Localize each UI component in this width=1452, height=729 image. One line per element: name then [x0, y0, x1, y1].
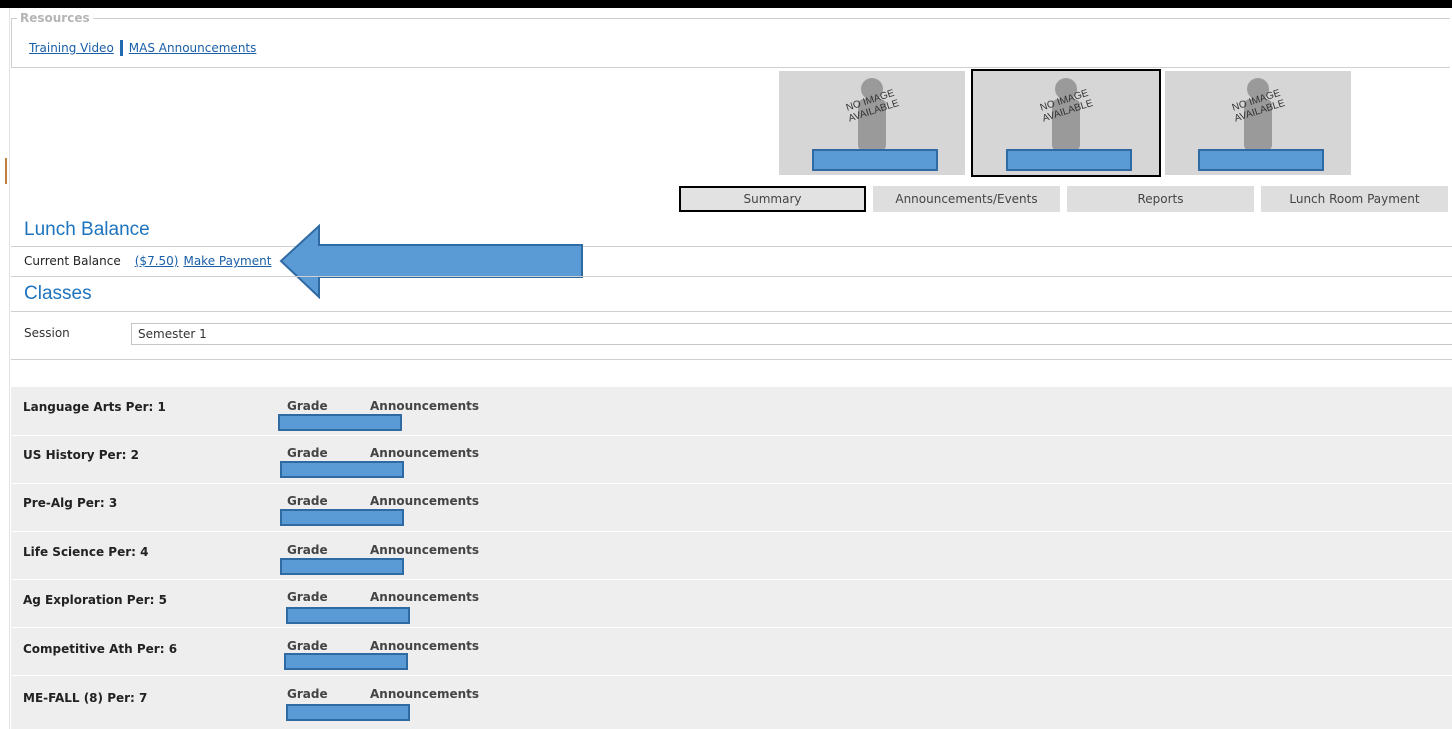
class-row: Competitive Ath Per: 6 Grade Announcemen… [11, 627, 1452, 676]
left-accent [5, 158, 7, 184]
grade-redacted [278, 414, 402, 431]
grade-redacted [286, 704, 410, 721]
tab-lunch-room-payment[interactable]: Lunch Room Payment [1261, 186, 1448, 212]
class-row: Ag Exploration Per: 5 Grade Announcement… [11, 579, 1452, 628]
grade-redacted [286, 607, 410, 624]
tab-announcements-events[interactable]: Announcements/Events [873, 186, 1060, 212]
grade-redacted [280, 461, 404, 478]
grade-header[interactable]: Grade [287, 543, 328, 557]
announcements-header[interactable]: Announcements [370, 399, 479, 413]
class-name: ME-FALL (8) Per: 7 [23, 691, 148, 705]
current-balance-label: Current Balance [24, 254, 121, 268]
make-payment-link[interactable]: Make Payment [183, 254, 271, 268]
student-name-redacted [1198, 149, 1324, 171]
grade-redacted [280, 558, 404, 575]
announcements-header[interactable]: Announcements [370, 687, 479, 701]
resources-legend: Resources [17, 11, 93, 25]
divider [11, 359, 1452, 360]
tab-summary[interactable]: Summary [679, 186, 866, 212]
class-list: Language Arts Per: 1 Grade Announcements… [11, 387, 1452, 729]
tab-reports[interactable]: Reports [1067, 186, 1254, 212]
classes-title: Classes [24, 283, 92, 304]
resources-links: Training Video MAS Announcements [29, 40, 256, 56]
class-name: Ag Exploration Per: 5 [23, 593, 167, 607]
announcements-header[interactable]: Announcements [370, 446, 479, 460]
annotation-arrow-icon [279, 224, 583, 299]
student-photo-3[interactable]: NO IMAGE AVAILABLE [1165, 71, 1351, 175]
class-row: ME-FALL (8) Per: 7 Grade Announcements [11, 675, 1452, 723]
divider [11, 246, 1452, 247]
session-select[interactable]: Semester 1 [131, 323, 1452, 345]
grade-header[interactable]: Grade [287, 399, 328, 413]
grade-redacted [284, 653, 408, 670]
class-row: Pre-Alg Per: 3 Grade Announcements [11, 483, 1452, 532]
current-balance-row: Current Balance ($7.50) Make Payment [24, 254, 271, 268]
mas-announcements-link[interactable]: MAS Announcements [129, 41, 257, 55]
class-row: Language Arts Per: 1 Grade Announcements [11, 387, 1452, 436]
class-name: Life Science Per: 4 [23, 545, 149, 559]
class-name: Competitive Ath Per: 6 [23, 642, 178, 656]
class-row: Life Science Per: 4 Grade Announcements [11, 531, 1452, 580]
class-name: US History Per: 2 [23, 448, 139, 462]
top-black-bar [0, 0, 1452, 8]
training-video-link[interactable]: Training Video [29, 41, 114, 55]
grade-header[interactable]: Grade [287, 590, 328, 604]
grade-header[interactable]: Grade [287, 687, 328, 701]
student-photo-2[interactable]: NO IMAGE AVAILABLE [971, 69, 1161, 177]
session-label: Session [24, 326, 70, 340]
left-margin-rule [0, 8, 10, 729]
grade-header[interactable]: Grade [287, 639, 328, 653]
balance-amount-link[interactable]: ($7.50) [135, 254, 179, 268]
class-row: US History Per: 2 Grade Announcements [11, 435, 1452, 484]
announcements-header[interactable]: Announcements [370, 543, 479, 557]
divider [11, 276, 1452, 277]
student-name-redacted [812, 149, 938, 171]
class-name: Pre-Alg Per: 3 [23, 496, 118, 510]
grade-header[interactable]: Grade [287, 446, 328, 460]
grade-redacted [280, 509, 404, 526]
divider [11, 311, 1452, 312]
student-name-redacted [1006, 149, 1132, 171]
announcements-header[interactable]: Announcements [370, 639, 479, 653]
announcements-header[interactable]: Announcements [370, 590, 479, 604]
grade-header[interactable]: Grade [287, 494, 328, 508]
lunch-balance-title: Lunch Balance [24, 219, 150, 240]
announcements-header[interactable]: Announcements [370, 494, 479, 508]
student-photo-1[interactable]: NO IMAGE AVAILABLE [779, 71, 965, 175]
class-name: Language Arts Per: 1 [23, 400, 166, 414]
link-separator [119, 40, 123, 56]
